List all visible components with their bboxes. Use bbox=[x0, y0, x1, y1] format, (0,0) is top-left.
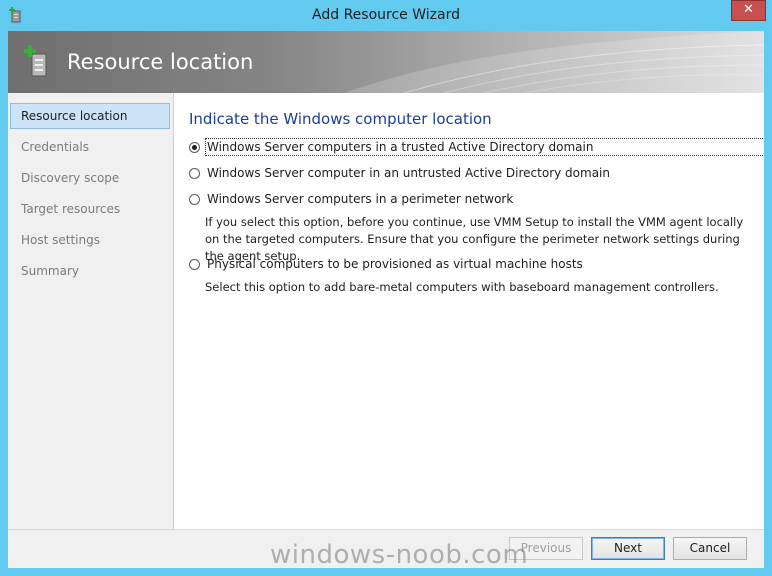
option-label[interactable]: Physical computers to be provisioned as … bbox=[207, 257, 583, 271]
window-title: Add Resource Wizard bbox=[312, 7, 460, 23]
server-add-icon bbox=[24, 45, 47, 77]
watermark: windows-noob.com bbox=[270, 540, 529, 570]
radio-button[interactable] bbox=[189, 168, 200, 179]
option-label[interactable]: Windows Server computers in a perimeter … bbox=[207, 192, 513, 206]
radio-selected-dot bbox=[192, 145, 197, 150]
wizard-step-nav: Resource location Credentials Discovery … bbox=[8, 93, 174, 529]
radio-button[interactable] bbox=[189, 194, 200, 205]
nav-item-host-settings[interactable]: Host settings bbox=[10, 227, 170, 253]
section-heading: Indicate the Windows computer location bbox=[189, 110, 492, 128]
nav-item-summary[interactable]: Summary bbox=[10, 258, 170, 284]
header-banner: Resource location bbox=[8, 31, 764, 93]
nav-item-discovery-scope[interactable]: Discovery scope bbox=[10, 165, 170, 191]
radio-button[interactable] bbox=[189, 142, 200, 153]
nav-item-resource-location[interactable]: Resource location bbox=[10, 103, 170, 129]
wizard-client-area: Resource location Resource location Cred… bbox=[8, 31, 764, 568]
cancel-button[interactable]: Cancel bbox=[673, 537, 747, 560]
radio-button[interactable] bbox=[189, 259, 200, 270]
wizard-content: Indicate the Windows computer location W… bbox=[174, 93, 764, 529]
option-label[interactable]: Windows Server computer in an untrusted … bbox=[207, 166, 610, 180]
page-title: Resource location bbox=[67, 50, 254, 74]
title-bar[interactable]: Add Resource Wizard ✕ bbox=[0, 0, 772, 31]
option-description: Select this option to add bare-metal com… bbox=[205, 280, 719, 294]
option-label[interactable]: Windows Server computers in a trusted Ac… bbox=[204, 138, 764, 156]
close-button[interactable]: ✕ bbox=[731, 0, 766, 21]
next-button[interactable]: Next bbox=[591, 537, 665, 560]
nav-item-target-resources[interactable]: Target resources bbox=[10, 196, 170, 222]
nav-item-credentials[interactable]: Credentials bbox=[10, 134, 170, 160]
banner-decoration bbox=[344, 31, 764, 93]
wizard-window: Add Resource Wizard ✕ Resource location … bbox=[0, 0, 772, 576]
